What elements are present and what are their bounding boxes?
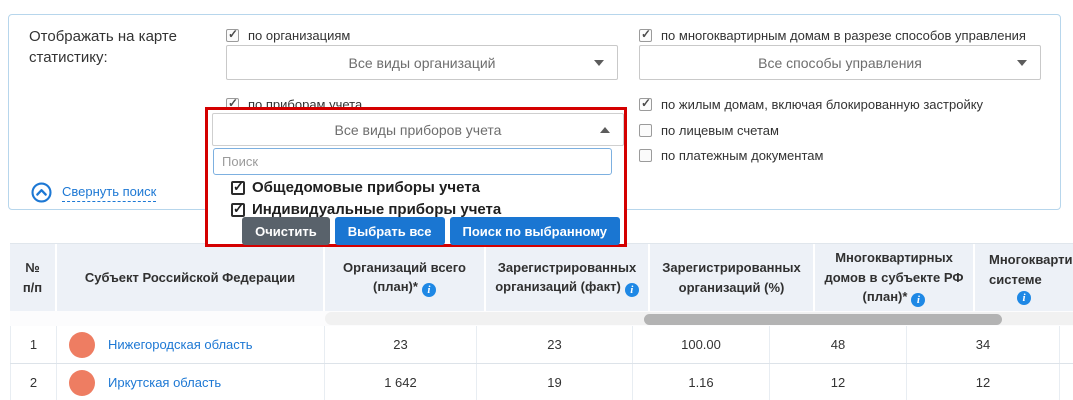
checkbox-by-mkd-management[interactable]: по многоквартирным домам в разрезе спосо…: [639, 28, 1026, 43]
cell-num: 1: [10, 326, 57, 363]
region-link[interactable]: Иркутская область: [108, 375, 221, 390]
checkbox-icon[interactable]: [226, 29, 239, 42]
regions-statistics-table: № п/п Субъект Российской Федерации Орган…: [10, 243, 1073, 400]
checkbox-icon[interactable]: [639, 29, 652, 42]
table-header-row: № п/п Субъект Российской Федерации Орган…: [10, 243, 1073, 311]
checkbox-icon[interactable]: [231, 203, 245, 217]
column-header-num: № п/п: [10, 244, 57, 311]
info-icon[interactable]: i: [625, 283, 639, 297]
column-header-org-registered-fact: Зарегистрированных организаций (факт)i: [486, 244, 650, 311]
cell-mkd-plan: 12: [770, 364, 907, 400]
panel-label: Отображать на карте статистику:: [29, 26, 204, 68]
cell-mkd-in-system: 34: [907, 326, 1060, 363]
cell-empty: [1060, 326, 1073, 363]
select-organization-types[interactable]: Все виды организаций: [226, 45, 618, 80]
cell-region: Иркутская область: [57, 364, 325, 400]
info-icon[interactable]: i: [1017, 291, 1031, 305]
info-icon[interactable]: i: [422, 283, 436, 297]
cell-org-registered-pct: 1.16: [633, 364, 770, 400]
select-value: Все виды приборов учета: [335, 122, 502, 138]
checkbox-by-payment-documents[interactable]: по платежным документам: [639, 148, 823, 163]
select-all-button[interactable]: Выбрать все: [335, 217, 445, 245]
checkbox-icon[interactable]: [231, 181, 245, 195]
cell-mkd-in-system: 12: [907, 364, 1060, 400]
chevron-up-icon: [600, 127, 610, 133]
checkbox-label: по жилым домам, включая блокированную за…: [661, 97, 983, 112]
collapse-search-label: Свернуть поиск: [62, 184, 156, 202]
option-label: Индивидуальные приборы учета: [252, 201, 501, 218]
table-row: 1 Нижегородская область 23 23 100.00 48 …: [10, 326, 1073, 364]
chevron-up-circle-icon: [31, 182, 52, 203]
checkbox-by-living-houses[interactable]: по жилым домам, включая блокированную за…: [639, 97, 983, 112]
select-value: Все способы управления: [758, 55, 922, 71]
chevron-down-icon: [1017, 60, 1027, 66]
column-header-org-total: Организаций всего (план)*i: [325, 244, 486, 311]
cell-org-registered-fact: 19: [477, 364, 633, 400]
checkbox-label: по лицевым счетам: [661, 123, 779, 138]
chevron-down-icon: [594, 60, 604, 66]
cell-org-total: 23: [325, 326, 477, 363]
checkbox-icon[interactable]: [639, 98, 652, 111]
checkbox-label: по организациям: [248, 28, 350, 43]
cell-mkd-plan: 48: [770, 326, 907, 363]
clear-button[interactable]: Очистить: [242, 217, 330, 245]
option-individual-meters[interactable]: Индивидуальные приборы учета: [231, 201, 501, 218]
dropdown-button-row: Очистить Выбрать все Поиск по выбранному: [242, 217, 620, 245]
checkbox-icon[interactable]: [639, 149, 652, 162]
option-common-house-meters[interactable]: Общедомовые приборы учета: [231, 179, 480, 196]
search-by-selected-button[interactable]: Поиск по выбранному: [450, 217, 620, 245]
meters-dropdown-highlighted: Все виды приборов учета Общедомовые приб…: [205, 107, 627, 247]
horizontal-scrollband: [10, 311, 1073, 326]
checkbox-by-personal-accounts[interactable]: по лицевым счетам: [639, 123, 779, 138]
column-header-mkd-in-system: Многоквартирных домов в системе i: [975, 244, 1073, 311]
select-management-methods[interactable]: Все способы управления: [639, 45, 1041, 80]
cell-org-total: 1 642: [325, 364, 477, 400]
table-row: 2 Иркутская область 1 642 19 1.16 12 12: [10, 364, 1073, 400]
collapse-search-link[interactable]: Свернуть поиск: [31, 182, 156, 203]
cell-region: Нижегородская область: [57, 326, 325, 363]
checkbox-label: по платежным документам: [661, 148, 823, 163]
cell-org-registered-pct: 100.00: [633, 326, 770, 363]
map-statistics-page: Отображать на карте статистику: по орган…: [0, 0, 1073, 400]
checkbox-icon[interactable]: [639, 124, 652, 137]
horizontal-scrollbar-thumb[interactable]: [644, 314, 1002, 325]
checkbox-label: по многоквартирным домам в разрезе спосо…: [661, 28, 1026, 43]
select-meter-types-expanded[interactable]: Все виды приборов учета: [212, 113, 624, 146]
region-marker-icon[interactable]: [69, 332, 95, 358]
checkbox-by-organizations[interactable]: по организациям: [226, 28, 350, 43]
region-link[interactable]: Нижегородская область: [108, 337, 253, 352]
region-marker-icon[interactable]: [69, 370, 95, 396]
column-header-mkd-plan: Многоквартирных домов в субъекте РФ (пла…: [815, 244, 975, 311]
dropdown-search-input[interactable]: [213, 148, 612, 175]
cell-org-registered-fact: 23: [477, 326, 633, 363]
cell-empty: [1060, 364, 1073, 400]
info-icon[interactable]: i: [911, 293, 925, 307]
option-label: Общедомовые приборы учета: [252, 179, 480, 196]
cell-num: 2: [10, 364, 57, 400]
select-value: Все виды организаций: [349, 55, 496, 71]
column-header-region: Субъект Российской Федерации: [57, 244, 325, 311]
column-header-org-registered-pct: Зарегистрированных организаций (%): [650, 244, 815, 311]
horizontal-scrollbar-track[interactable]: [325, 312, 1073, 325]
